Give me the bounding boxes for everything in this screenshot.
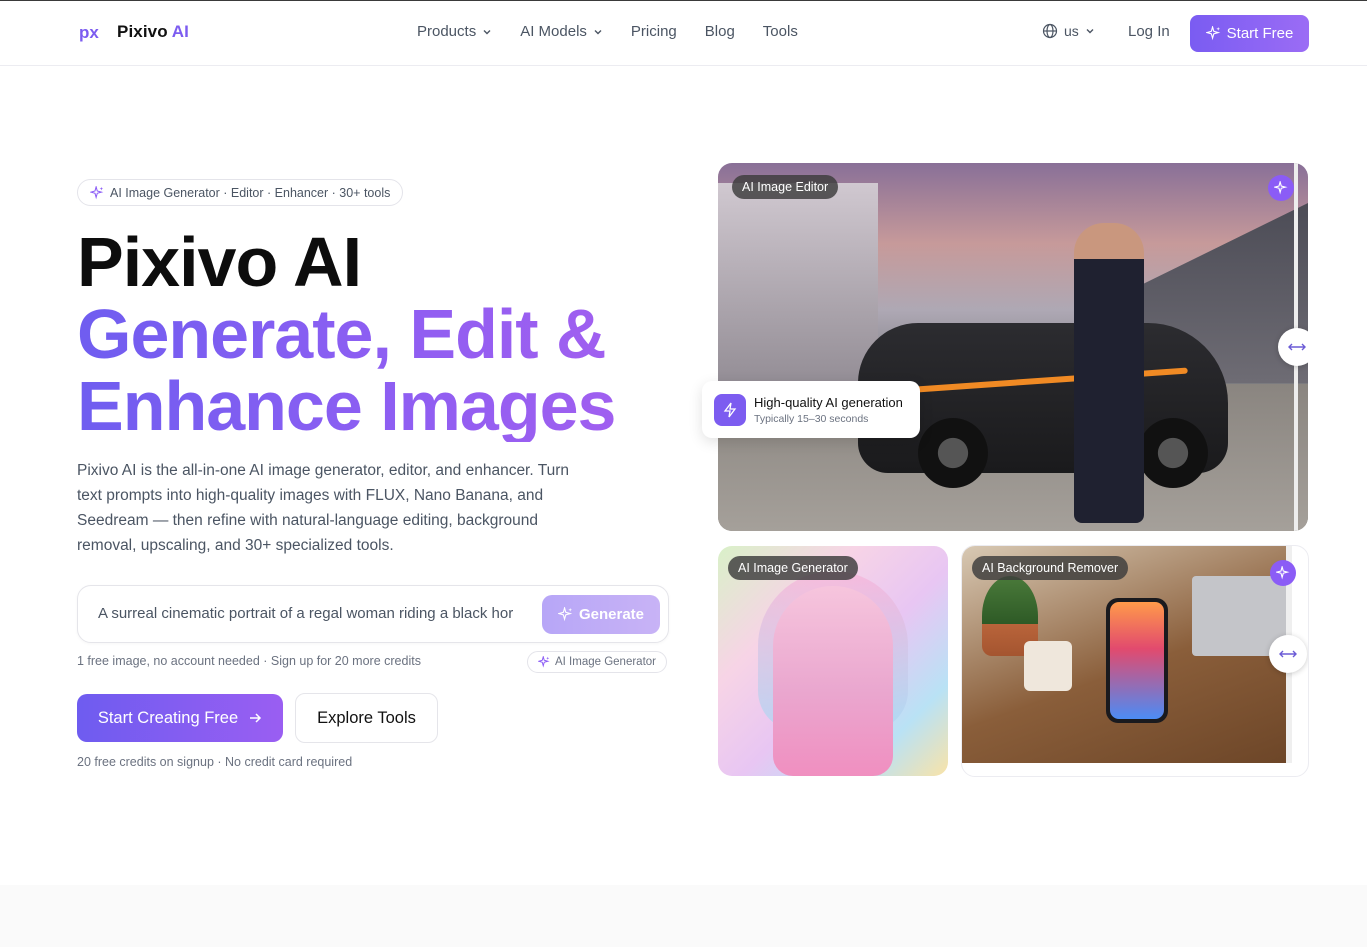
pixivo-logo-icon: px bbox=[79, 23, 99, 42]
hero-title-gradient-line2: Enhance Images bbox=[77, 367, 616, 445]
start-creating-button[interactable]: Start Creating Free bbox=[77, 694, 283, 742]
explore-tools-button[interactable]: Explore Tools bbox=[295, 693, 438, 743]
login-link[interactable]: Log In bbox=[1128, 23, 1170, 40]
generation-info-title: High-quality AI generation bbox=[754, 395, 903, 410]
credits-note: 20 free credits on signup · No credit ca… bbox=[77, 755, 353, 769]
nav-item-products[interactable]: Products bbox=[417, 23, 492, 40]
showcase-main-image[interactable]: AI Image Editor bbox=[718, 163, 1308, 531]
hero-title: Pixivo AI bbox=[77, 223, 362, 301]
start-free-button[interactable]: Start Free bbox=[1190, 15, 1309, 52]
next-section-band bbox=[0, 885, 1367, 947]
prompt-box: Generate bbox=[77, 585, 669, 643]
svg-text:px: px bbox=[79, 23, 99, 42]
image-person bbox=[1074, 223, 1144, 523]
hero-description: Pixivo AI is the all-in-one AI image gen… bbox=[77, 462, 569, 554]
showcase-background-remover-image[interactable]: AI Background Remover bbox=[961, 545, 1309, 777]
image-mug bbox=[1024, 641, 1072, 691]
nav-item-tools[interactable]: Tools bbox=[763, 23, 798, 40]
free-image-note: 1 free image, no account needed · Sign u… bbox=[77, 654, 421, 668]
globe-icon bbox=[1042, 23, 1058, 39]
compare-handle[interactable] bbox=[1278, 328, 1308, 366]
sparkle-icon bbox=[538, 656, 550, 668]
nav-item-pricing[interactable]: Pricing bbox=[631, 23, 677, 40]
generation-info-subtitle: Typically 15–30 seconds bbox=[754, 413, 869, 425]
showcase-anime-image[interactable]: AI Image Generator bbox=[718, 546, 948, 776]
prompt-input[interactable] bbox=[98, 605, 528, 622]
arrows-horizontal-icon bbox=[1279, 650, 1297, 658]
image-phone bbox=[1106, 598, 1168, 723]
arrows-horizontal-icon bbox=[1288, 343, 1306, 351]
sparkle-icon bbox=[90, 185, 104, 199]
tag-ai-image-editor: AI Image Editor bbox=[732, 175, 839, 199]
arrow-right-icon bbox=[250, 713, 262, 723]
language-label: us bbox=[1064, 23, 1079, 39]
chevron-down-icon bbox=[1086, 29, 1094, 34]
brand-name: Pixivo AI bbox=[117, 22, 189, 41]
tag-ai-background-remover: AI Background Remover bbox=[972, 556, 1129, 580]
sparkle-badge-icon bbox=[1268, 175, 1294, 201]
lightning-icon bbox=[714, 394, 746, 426]
language-selector[interactable]: us bbox=[1042, 23, 1095, 39]
compare-handle[interactable] bbox=[1269, 635, 1307, 673]
main-nav: Products AI Models Pricing Blog Tools bbox=[417, 23, 826, 40]
tag-ai-image-generator: AI Image Generator bbox=[728, 556, 858, 580]
chevron-down-icon bbox=[483, 29, 491, 34]
sparkle-badge-icon bbox=[1270, 560, 1296, 586]
nav-item-ai-models[interactable]: AI Models bbox=[520, 23, 603, 40]
hero-title-gradient-line1: Generate, Edit & bbox=[77, 295, 607, 373]
image-anime-figure bbox=[773, 586, 893, 776]
generate-button[interactable]: Generate bbox=[542, 595, 660, 634]
site-header: px Pixivo AI Products AI Models Pricing B… bbox=[0, 1, 1367, 66]
brand-logo[interactable]: px Pixivo AI bbox=[79, 21, 189, 43]
tool-chip-image-generator[interactable]: AI Image Generator bbox=[527, 651, 667, 673]
generation-info-card: High-quality AI generation Typically 15–… bbox=[702, 381, 920, 438]
nav-item-blog[interactable]: Blog bbox=[705, 23, 735, 40]
image-wheel bbox=[918, 418, 988, 488]
feature-pill: AI Image Generator · Editor · Enhancer ·… bbox=[77, 179, 404, 206]
image-building bbox=[718, 183, 878, 403]
chevron-down-icon bbox=[594, 29, 602, 34]
sparkle-icon bbox=[1205, 26, 1220, 41]
image-wheel bbox=[1138, 418, 1208, 488]
sparkle-icon bbox=[557, 607, 573, 622]
